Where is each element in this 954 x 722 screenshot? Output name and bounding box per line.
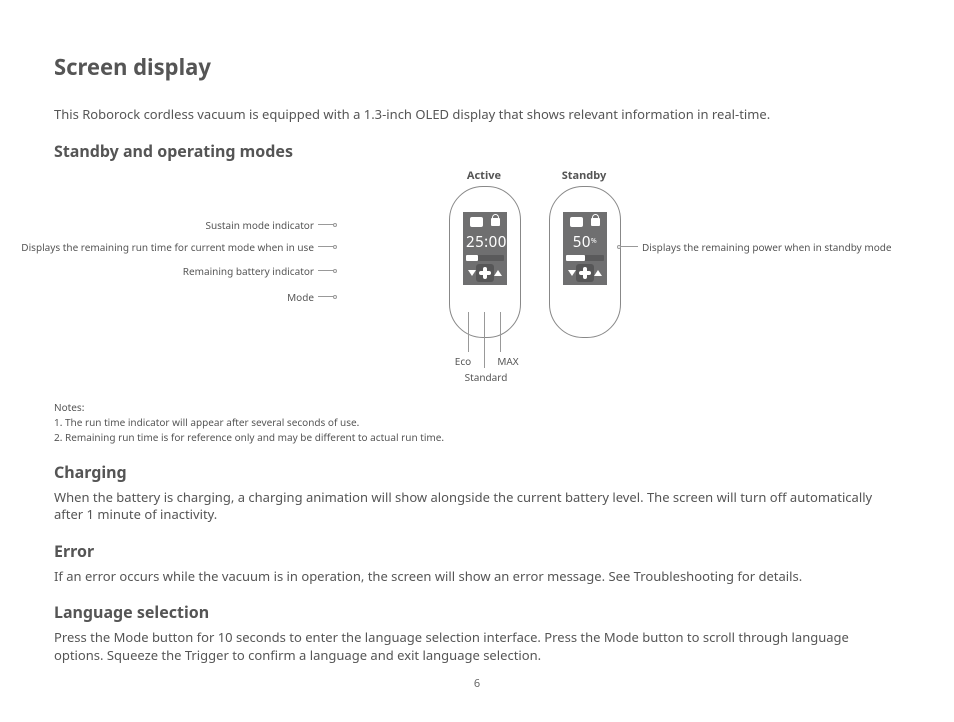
manual-page: Screen display This Roborock cordless va… (0, 0, 954, 711)
figure-label-standby: Standby (549, 168, 619, 183)
battery-bar (566, 255, 604, 261)
power-value: 50% (566, 232, 604, 252)
note-line: 1. The run time indicator will appear af… (54, 415, 900, 430)
mode-label-eco: Eco (455, 354, 471, 368)
callout-power: Displays the remaining power when in sta… (620, 240, 892, 254)
device-outline-active: 25:00 (449, 186, 521, 338)
callout-text: Mode (287, 290, 314, 304)
page-number: 6 (54, 676, 900, 691)
device-outline-standby: 50% (549, 186, 621, 338)
modes-figure: Active Standby 25:00 (54, 168, 900, 388)
callout-text: Displays the remaining run time for curr… (21, 240, 314, 254)
callout-text: Displays the remaining power when in sta… (642, 240, 892, 254)
language-paragraph: Press the Mode button for 10 seconds to … (54, 629, 900, 664)
leader-line (318, 270, 334, 271)
mode-selector-row (466, 264, 504, 282)
sustain-icon (470, 217, 483, 227)
mode-label-standard: Standard (465, 370, 508, 384)
callout-mode: Mode (287, 290, 334, 304)
sustain-icon (570, 217, 583, 227)
max-arrow-icon (494, 270, 502, 276)
max-arrow-icon (594, 270, 602, 276)
callout-sustain: Sustain mode indicator (205, 218, 334, 232)
callout-text: Sustain mode indicator (205, 218, 314, 232)
runtime-value: 25:00 (466, 232, 504, 252)
leader-line (620, 246, 638, 247)
fan-icon (476, 264, 494, 282)
charging-paragraph: When the battery is charging, a charging… (54, 489, 900, 524)
page-title: Screen display (54, 52, 900, 82)
status-icons-row (566, 215, 604, 229)
note-line: 2. Remaining run time is for reference o… (54, 430, 900, 445)
eco-arrow-icon (568, 270, 576, 276)
intro-paragraph: This Roborock cordless vacuum is equippe… (54, 106, 900, 124)
section-heading-modes: Standby and operating modes (54, 140, 900, 162)
oled-screen-standby: 50% (563, 212, 607, 285)
notes-block: Notes: 1. The run time indicator will ap… (54, 400, 900, 445)
notes-title: Notes: (54, 400, 900, 415)
leader-line (318, 224, 334, 225)
leader-line (484, 312, 485, 368)
mode-label-max: MAX (497, 354, 518, 368)
callout-text: Remaining battery indicator (183, 264, 314, 278)
lock-icon (491, 218, 500, 226)
battery-bar (466, 255, 504, 261)
section-heading-error: Error (54, 540, 900, 562)
callout-runtime: Displays the remaining run time for curr… (21, 240, 334, 254)
section-heading-language: Language selection (54, 601, 900, 623)
leader-line (318, 246, 334, 247)
leader-line (318, 296, 334, 297)
section-heading-charging: Charging (54, 461, 900, 483)
callout-battery: Remaining battery indicator (183, 264, 334, 278)
oled-screen-active: 25:00 (463, 212, 507, 285)
leader-line (468, 312, 469, 352)
mode-selector-row (566, 264, 604, 282)
eco-arrow-icon (468, 270, 476, 276)
fan-icon (576, 264, 594, 282)
lock-icon (591, 218, 600, 226)
error-paragraph: If an error occurs while the vacuum is i… (54, 568, 900, 586)
status-icons-row (466, 215, 504, 229)
figure-label-active: Active (449, 168, 519, 183)
leader-line (500, 312, 501, 352)
